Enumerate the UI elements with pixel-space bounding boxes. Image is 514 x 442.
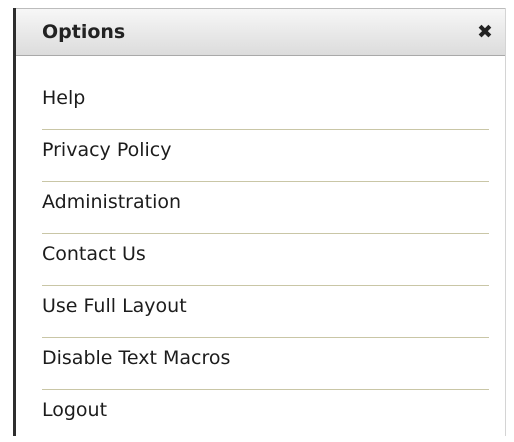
options-panel: Options ✖ Help Privacy Policy Administra… [13,8,506,436]
menu-item-disable-text-macros[interactable]: Disable Text Macros [42,338,489,390]
menu-item-label: Help [42,87,86,109]
menu-item-label: Privacy Policy [42,139,172,161]
close-icon[interactable]: ✖ [473,19,497,45]
menu-item-logout[interactable]: Logout [42,390,489,442]
menu-item-label: Administration [42,191,182,213]
menu-item-label: Disable Text Macros [42,347,231,369]
panel-title: Options [42,21,126,43]
menu-item-label: Use Full Layout [42,295,187,317]
menu-item-help[interactable]: Help [42,78,489,130]
options-menu: Help Privacy Policy Administration Conta… [42,78,489,442]
menu-item-privacy-policy[interactable]: Privacy Policy [42,130,489,182]
menu-item-label: Contact Us [42,243,146,265]
menu-item-label: Logout [42,399,108,421]
options-panel-header: Options ✖ [16,8,505,56]
menu-item-contact-us[interactable]: Contact Us [42,234,489,286]
menu-item-administration[interactable]: Administration [42,182,489,234]
menu-item-use-full-layout[interactable]: Use Full Layout [42,286,489,338]
